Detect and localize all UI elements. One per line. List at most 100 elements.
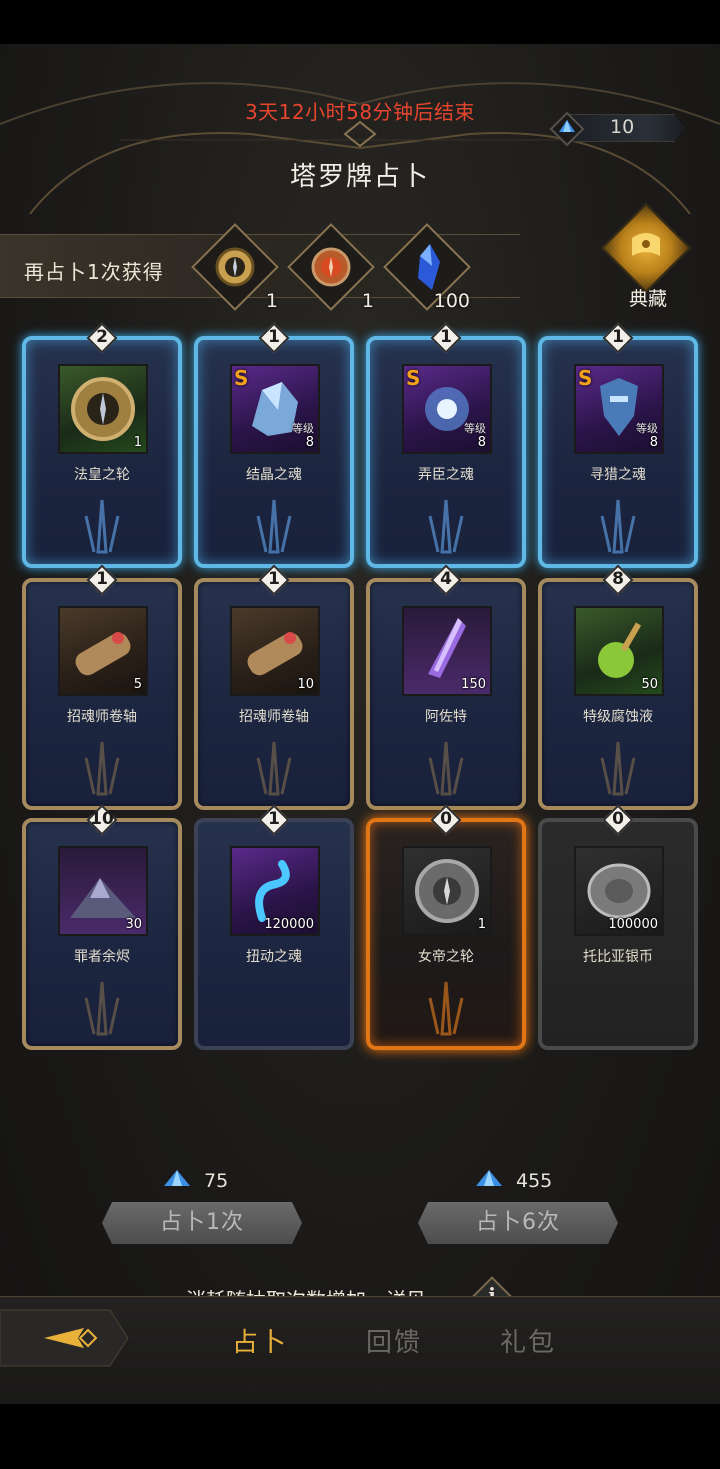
card-item: S 等级 8	[402, 364, 492, 454]
card-emblem	[600, 499, 636, 554]
card-slot-2[interactable]: 1 S 等级 8 结晶之魂	[194, 322, 354, 568]
card-count-badge: 4	[430, 564, 462, 596]
card-count-badge: 1	[258, 564, 290, 596]
card-emblem	[84, 981, 120, 1036]
card-item: 150	[402, 606, 492, 696]
card-count: 8	[612, 569, 624, 589]
card-count: 0	[612, 809, 624, 829]
card-item: 1	[58, 364, 148, 454]
card-count-badge: 0	[602, 804, 634, 836]
red-compass-medal-icon	[311, 247, 351, 287]
item-qty: 8	[305, 435, 314, 450]
draw-one-cost-value: 75	[204, 1170, 229, 1192]
card-name: 招魂师卷轴	[239, 709, 309, 725]
card-item: 5	[58, 606, 148, 696]
card-slot-5[interactable]: 1 5 招魂师卷轴	[22, 564, 182, 810]
card-slot-4[interactable]: 1 S 等级 8 寻猎之魂	[538, 322, 698, 568]
golden-scroll-icon	[632, 233, 660, 256]
bonus-reward-2[interactable]: 1	[287, 223, 378, 312]
item-qty: 10	[297, 677, 314, 692]
card-name: 法皇之轮	[74, 467, 130, 483]
card-slot-6[interactable]: 1 10 招魂师卷轴	[194, 564, 354, 810]
item-qty: 5	[133, 677, 142, 692]
reward-qty: 100	[433, 290, 470, 312]
tab-feedback[interactable]: 回馈	[366, 1322, 422, 1359]
card-emblem	[428, 499, 464, 554]
draw-one-button[interactable]: 占卜1次	[102, 1202, 302, 1244]
reward-qty: 1	[361, 290, 374, 312]
card-count-badge: 10	[83, 804, 121, 836]
card-slot-7[interactable]: 4 150 阿佐特	[366, 564, 526, 810]
card-slot-8[interactable]: 8 50 特级腐蚀液	[538, 564, 698, 810]
tab-gift-pack[interactable]: 礼包	[500, 1322, 556, 1359]
system-nav-area	[0, 1404, 720, 1469]
card-emblem	[256, 499, 292, 554]
blue-crystal-shard-icon	[418, 244, 440, 290]
card-count: 1	[612, 327, 624, 347]
codex-label: 典藏	[628, 288, 667, 310]
reward-qty: 1	[265, 290, 278, 312]
card-name: 招魂师卷轴	[67, 709, 137, 725]
card-item: 50	[574, 606, 664, 696]
item-qty: 100000	[608, 917, 658, 932]
currency-display: 10	[548, 110, 684, 147]
card-slot-1[interactable]: 2 1 法皇之轮	[22, 322, 182, 568]
tab-divination[interactable]: 占卜	[232, 1322, 288, 1359]
bonus-label: 再占卜1次获得	[24, 260, 164, 284]
bonus-reward-3[interactable]: 100	[383, 223, 474, 312]
item-level-label: 等级	[464, 422, 486, 435]
page-title: 塔罗牌占卜	[289, 162, 430, 192]
card-name: 弄臣之魂	[418, 467, 474, 483]
card-count: 2	[96, 327, 108, 347]
card-count-badge: 1	[430, 322, 462, 354]
item-qty: 30	[125, 917, 142, 932]
card-name: 寻猎之魂	[590, 467, 646, 483]
bonus-reward-1[interactable]: 1	[191, 223, 282, 312]
item-level-label: 等级	[636, 422, 658, 435]
item-qty: 8	[649, 435, 658, 450]
draw-six-cost-value: 455	[516, 1170, 553, 1192]
card-name: 扭动之魂	[246, 949, 302, 965]
blue-crystal-icon	[549, 111, 585, 147]
currency-value: 10	[610, 116, 635, 138]
card-item: 1	[402, 846, 492, 936]
codex-button[interactable]: 典藏	[600, 202, 696, 310]
card-count-badge: 1	[86, 564, 118, 596]
card-item: 100000	[574, 846, 664, 936]
card-count: 1	[268, 809, 280, 829]
card-count: 0	[440, 809, 452, 829]
blue-crystal-icon	[164, 1170, 190, 1186]
card-name: 托比亚银币	[583, 949, 653, 965]
card-item: S 等级 8	[574, 364, 664, 454]
card-count-badge: 1	[602, 322, 634, 354]
card-slot-12[interactable]: 0 100000 托比亚银币	[538, 804, 698, 1050]
tarot-screen: 3天12小时58分钟后结束 塔罗牌占卜 10 再占卜1次获得 1 1 100 典…	[0, 44, 720, 1404]
card-count: 1	[440, 327, 452, 347]
card-count: 10	[90, 809, 114, 829]
card-count: 1	[268, 327, 280, 347]
card-item: 30	[58, 846, 148, 936]
card-slot-9[interactable]: 10 30 罪者余烬	[22, 804, 182, 1050]
soul-rank-mark: S	[578, 366, 593, 390]
card-count-badge: 1	[258, 322, 290, 354]
back-arrow-icon[interactable]	[0, 1306, 130, 1370]
card-count-badge: 8	[602, 564, 634, 596]
card-count-badge: 0	[430, 804, 462, 836]
card-item: S 等级 8	[230, 364, 320, 454]
card-emblem	[600, 741, 636, 796]
card-slot-3[interactable]: 1 S 等级 8 弄臣之魂	[366, 322, 526, 568]
card-count-badge: 2	[86, 322, 118, 354]
draw-six-button[interactable]: 占卜6次	[418, 1202, 618, 1244]
card-item: 10	[230, 606, 320, 696]
item-qty: 50	[641, 677, 658, 692]
card-slot-10[interactable]: 1 120000 扭动之魂	[194, 804, 354, 1050]
soul-rank-mark: S	[234, 366, 249, 390]
card-count-badge: 1	[258, 804, 290, 836]
card-count: 4	[440, 569, 452, 589]
item-qty: 150	[461, 677, 486, 692]
card-emblem	[84, 741, 120, 796]
gold-compass-medal-icon	[215, 247, 255, 287]
item-qty: 8	[477, 435, 486, 450]
card-slot-11[interactable]: 0 1 女帝之轮	[366, 804, 526, 1050]
card-count: 1	[268, 569, 280, 589]
